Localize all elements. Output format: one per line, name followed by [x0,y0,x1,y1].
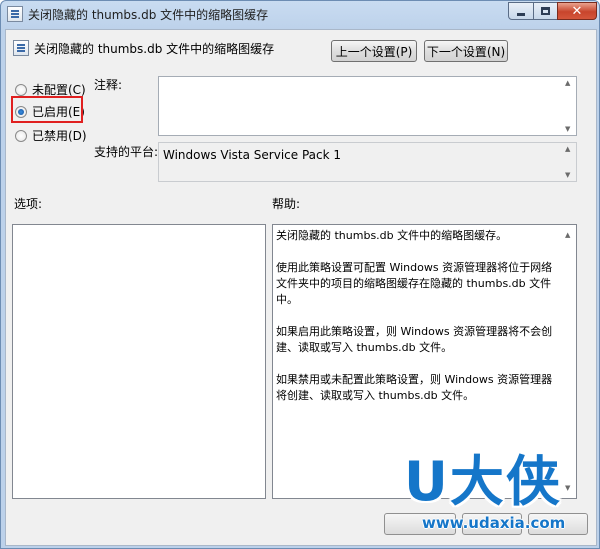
scroll-up-icon[interactable]: ▲ [565,145,570,153]
radio-circle[interactable] [15,83,27,96]
apply-button[interactable] [528,513,588,535]
minimize-icon [517,12,525,16]
cancel-button[interactable] [462,513,522,535]
platform-field: Windows Vista Service Pack 1 ▲ ▼ [158,142,577,182]
options-label: 选项: [14,197,43,211]
radio-circle[interactable] [15,129,27,142]
close-icon: ✕ [571,3,583,19]
help-paragraph: 如果启用此策略设置，则 Windows 资源管理器将不会创建、读取或写入 thu… [276,325,553,354]
highlight-annotation-box [11,96,83,123]
close-button[interactable]: ✕ [557,2,597,20]
options-panel [12,224,266,499]
minimize-button[interactable] [508,2,534,20]
scroll-down-icon[interactable]: ▼ [565,125,570,133]
maximize-icon [541,7,550,15]
scroll-up-icon[interactable]: ▲ [565,79,570,87]
maximize-button[interactable] [533,2,558,20]
platform-value: Windows Vista Service Pack 1 [163,148,341,162]
help-scrollbar[interactable]: ▲ ▼ [562,225,576,498]
comment-scrollbar[interactable]: ▲ ▼ [562,77,576,135]
platform-label: 支持的平台: [94,145,159,159]
ok-button[interactable] [384,513,456,535]
scroll-up-icon[interactable]: ▲ [565,227,570,243]
next-setting-button[interactable]: 下一个设置(N) [424,40,508,62]
setting-name: 关闭隐藏的 thumbs.db 文件中的缩略图缓存 [34,42,275,56]
title-bar[interactable]: 关闭隐藏的 thumbs.db 文件中的缩略图缓存 ✕ [1,1,599,27]
platform-scrollbar[interactable]: ▲ ▼ [562,143,576,181]
setting-icon [13,40,29,56]
help-paragraph: 关闭隐藏的 thumbs.db 文件中的缩略图缓存。 [276,229,508,242]
window-title: 关闭隐藏的 thumbs.db 文件中的缩略图缓存 [28,8,269,22]
comment-textarea[interactable]: ▲ ▼ [158,76,577,136]
radio-disabled[interactable]: 已禁用(D) [15,127,87,144]
help-label: 帮助: [272,197,301,211]
radio-label: 已禁用(D) [32,129,87,143]
comment-label: 注释: [94,78,123,92]
help-paragraph: 使用此策略设置可配置 Windows 资源管理器将位于网络文件夹中的项目的缩略图… [276,261,553,306]
previous-setting-button[interactable]: 上一个设置(P) [331,40,417,62]
scroll-down-icon[interactable]: ▼ [565,171,570,179]
help-panel[interactable]: 关闭隐藏的 thumbs.db 文件中的缩略图缓存。 使用此策略设置可配置 Wi… [272,224,577,499]
dialog-client-area: 关闭隐藏的 thumbs.db 文件中的缩略图缓存 上一个设置(P) 下一个设置… [5,29,597,546]
policy-icon [7,6,23,22]
policy-dialog-window: 关闭隐藏的 thumbs.db 文件中的缩略图缓存 ✕ 关闭隐藏的 thumbs… [0,0,600,549]
help-paragraph: 如果禁用或未配置此策略设置，则 Windows 资源管理器将创建、读取或写入 t… [276,373,553,402]
scroll-down-icon[interactable]: ▼ [565,480,570,496]
